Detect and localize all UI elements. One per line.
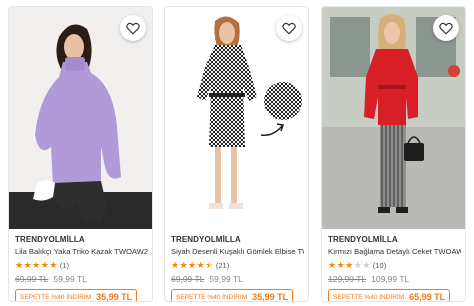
star-icon: ★	[15, 259, 24, 270]
product-image[interactable]	[165, 7, 308, 229]
star-icon: ★	[40, 259, 49, 270]
price-row: 129,99 TL 109,99 TL	[328, 274, 461, 284]
star-icon: ★	[171, 259, 180, 270]
product-name[interactable]: Lila Balıkçı Yaka Triko Kazak TWOAW20K..…	[15, 247, 148, 256]
favorite-button[interactable]	[276, 15, 302, 41]
product-grid: TRENDYOLMİLLA Lila Balıkçı Yaka Triko Ka…	[8, 6, 466, 302]
promo-label: SEPETTE %40 İNDİRİM	[176, 293, 248, 301]
star-icon: ★	[328, 259, 337, 270]
product-rating: ★ ★ ★ ★ ★ (10)	[328, 260, 461, 270]
heart-icon	[126, 22, 140, 35]
price-row: 69,99 TL 59,99 TL	[171, 274, 304, 284]
rating-count: (1)	[59, 260, 70, 270]
product-card[interactable]: TRENDYOLMİLLA Kırmızı Bağlama Detaylı Ce…	[321, 6, 466, 302]
promo-badge: SEPETTE %40 İNDİRİM 65,99 TL	[328, 289, 451, 302]
promo-label: SEPETTE %40 İNDİRİM	[333, 293, 405, 301]
star-half-icon: ★	[205, 259, 214, 270]
old-price: 69,99 TL	[171, 274, 205, 284]
star-icon: ★	[32, 259, 41, 270]
product-card[interactable]: TRENDYOLMİLLA Lila Balıkçı Yaka Triko Ka…	[8, 6, 153, 302]
product-info: TRENDYOLMİLLA Lila Balıkçı Yaka Triko Ka…	[15, 235, 148, 302]
product-info: TRENDYOLMİLLA Siyah Desenli Kuşaklı Göml…	[171, 235, 304, 302]
promo-price: 65,99 TL	[409, 292, 446, 302]
product-image[interactable]	[322, 7, 465, 229]
star-empty-icon: ★	[353, 259, 362, 270]
star-icon: ★	[336, 259, 345, 270]
product-brand: TRENDYOLMİLLA	[328, 235, 398, 244]
product-rating: ★ ★ ★ ★ ★ (21)	[171, 260, 304, 270]
star-icon: ★	[345, 259, 354, 270]
star-icon: ★	[23, 259, 32, 270]
heart-icon	[439, 22, 453, 35]
promo-label: SEPETTE %40 İNDİRİM	[20, 293, 92, 301]
star-empty-icon: ★	[362, 259, 371, 270]
star-icon: ★	[196, 259, 205, 270]
favorite-button[interactable]	[120, 15, 146, 41]
heart-icon	[282, 22, 296, 35]
product-rating: ★ ★ ★ ★ ★ (1)	[15, 260, 148, 270]
product-name[interactable]: Siyah Desenli Kuşaklı Gömlek Elbise TW..…	[171, 247, 304, 256]
old-price: 129,99 TL	[328, 274, 367, 284]
product-name[interactable]: Kırmızı Bağlama Detaylı Ceket TWOAW2...	[328, 247, 461, 256]
favorite-button[interactable]	[433, 15, 459, 41]
star-icon: ★	[188, 259, 197, 270]
promo-price: 35,99 TL	[252, 292, 289, 302]
promo-badge: SEPETTE %40 İNDİRİM 35,99 TL	[15, 289, 138, 302]
product-brand: TRENDYOLMİLLA	[15, 235, 85, 244]
product-card[interactable]: TRENDYOLMİLLA Siyah Desenli Kuşaklı Göml…	[164, 6, 309, 302]
product-image[interactable]	[9, 7, 152, 229]
product-brand: TRENDYOLMİLLA	[171, 235, 241, 244]
current-price: 59,99 TL	[53, 274, 87, 284]
price-row: 69,99 TL 59,99 TL	[15, 274, 148, 284]
current-price: 59,99 TL	[209, 274, 243, 284]
old-price: 69,99 TL	[15, 274, 49, 284]
current-price: 109,99 TL	[371, 274, 410, 284]
promo-price: 35,99 TL	[96, 292, 133, 302]
promo-badge: SEPETTE %40 İNDİRİM 35,99 TL	[171, 289, 294, 302]
rating-count: (21)	[215, 260, 230, 270]
product-info: TRENDYOLMİLLA Kırmızı Bağlama Detaylı Ce…	[328, 235, 461, 302]
star-icon: ★	[179, 259, 188, 270]
rating-count: (10)	[372, 260, 387, 270]
star-icon: ★	[49, 259, 58, 270]
